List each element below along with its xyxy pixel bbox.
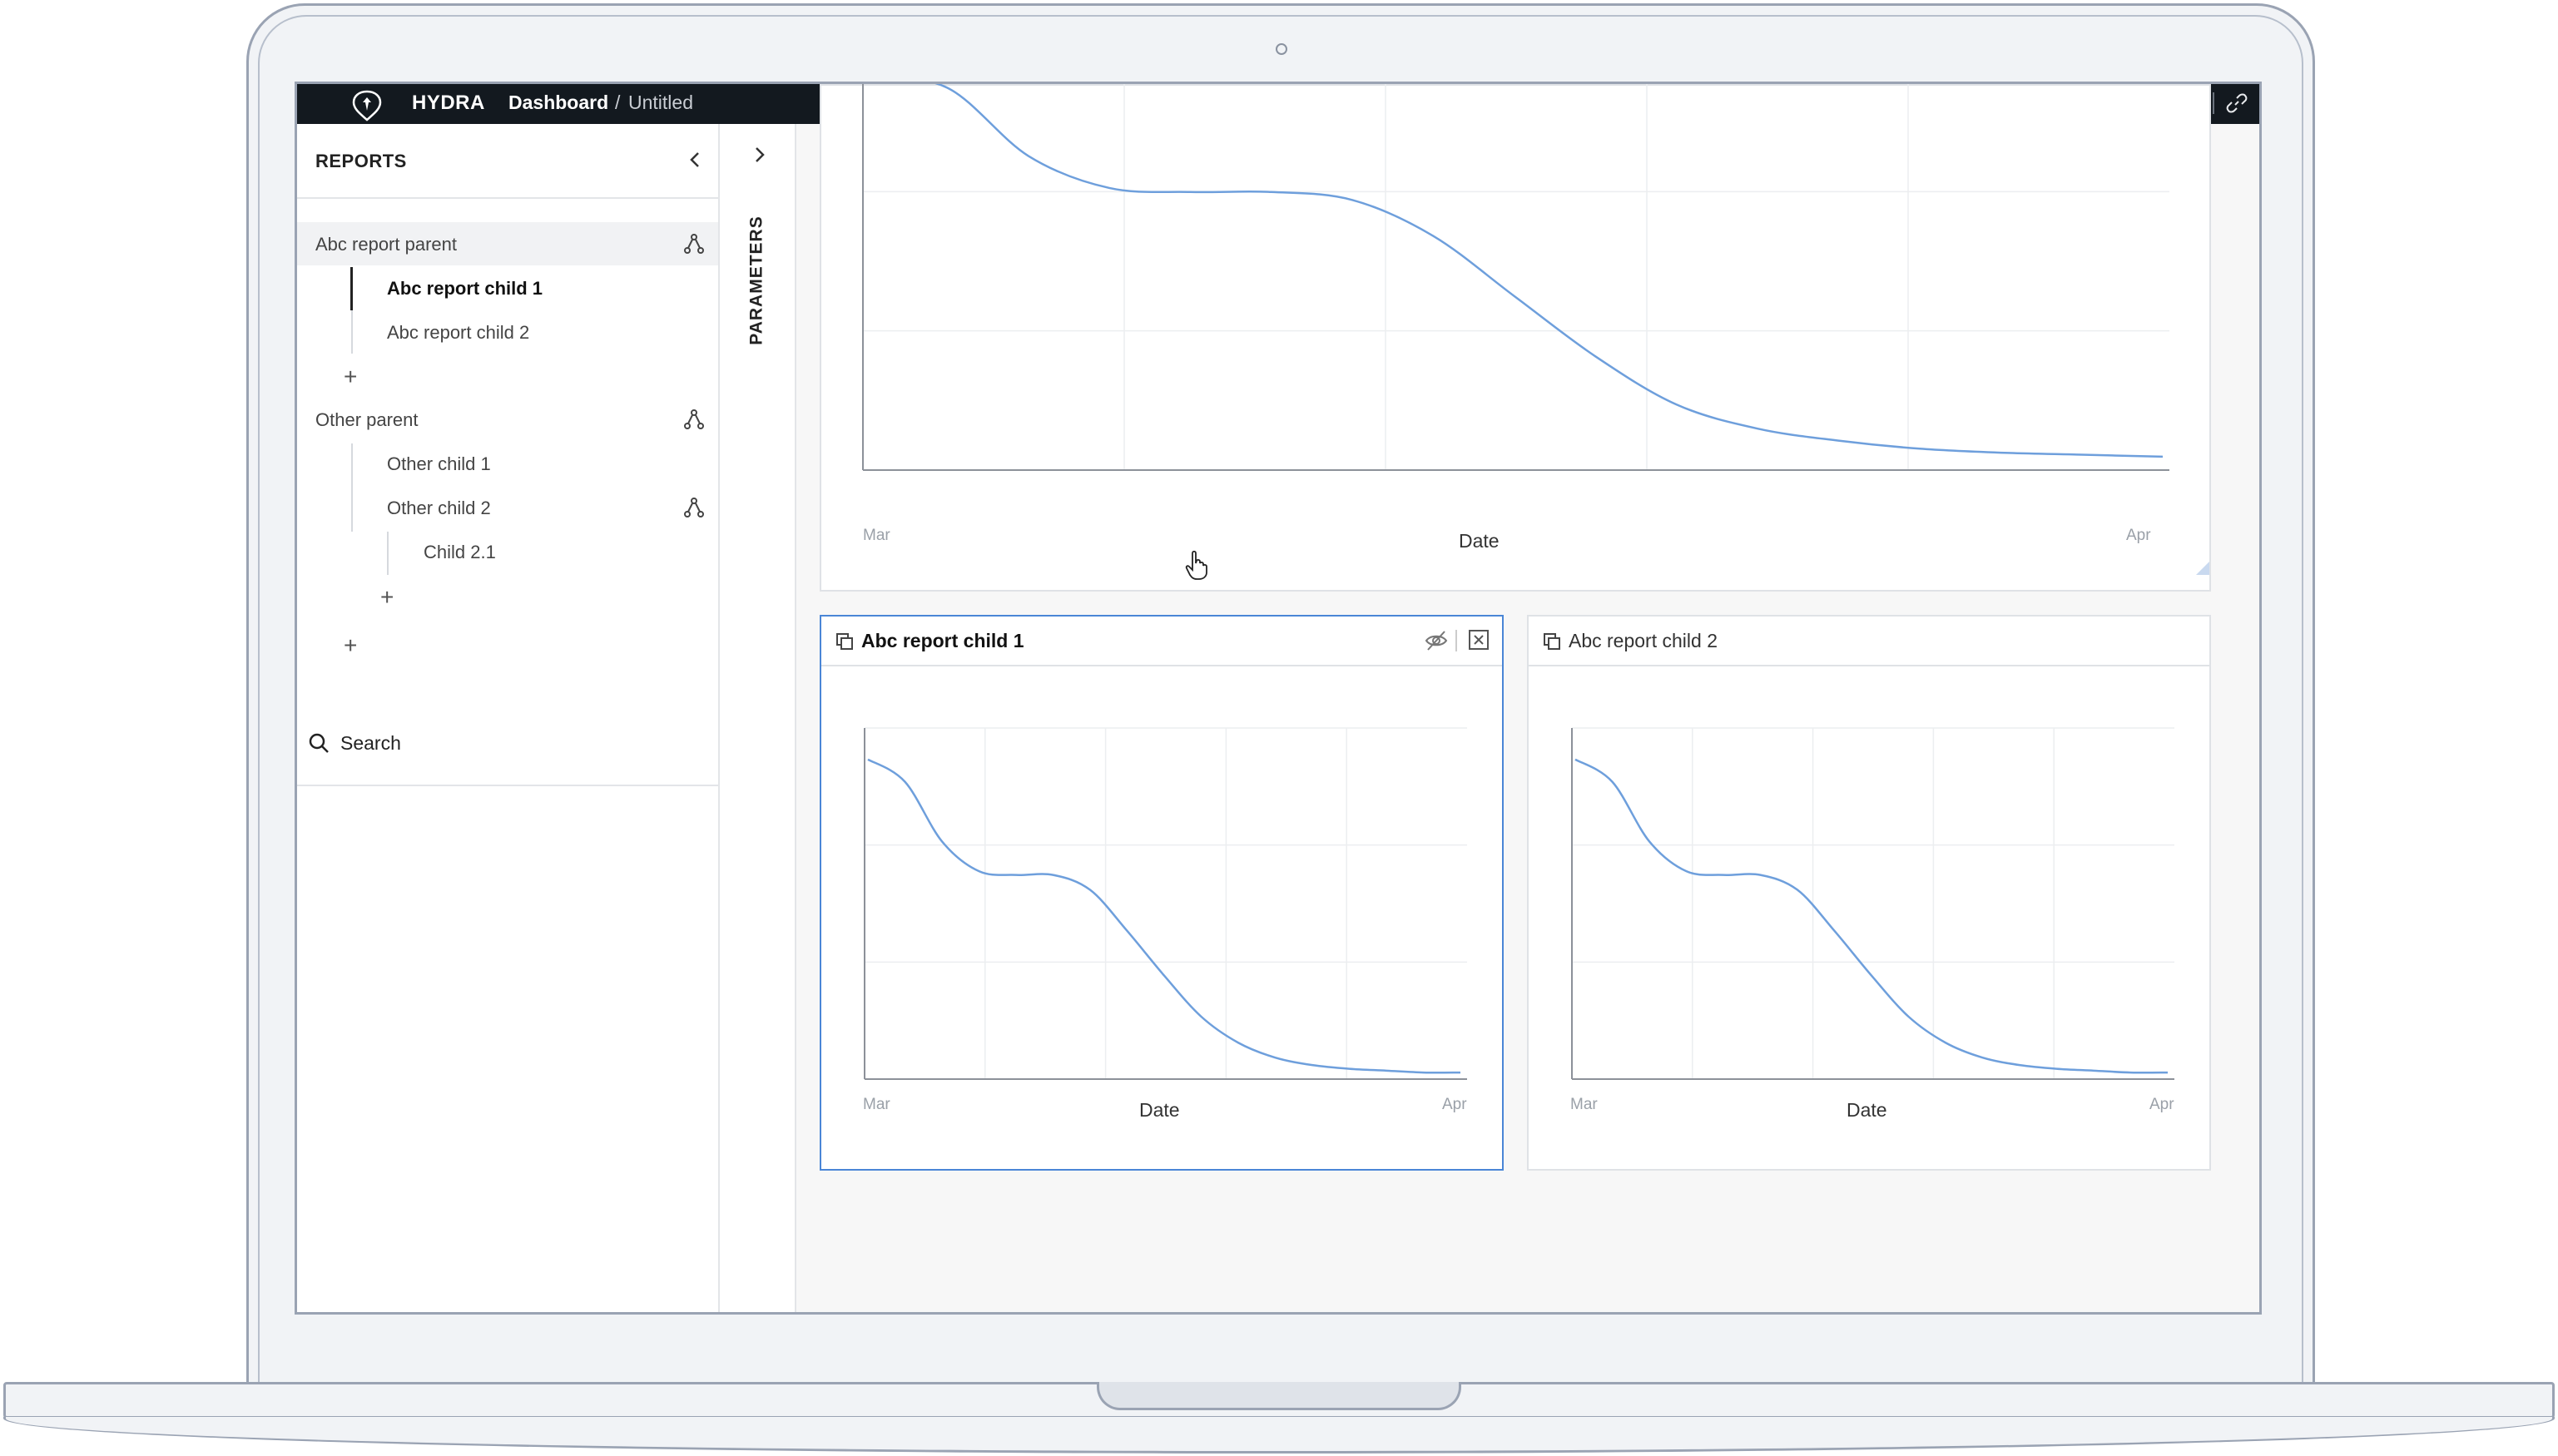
camera-icon [1276,43,1287,55]
sidebar-title: REPORTS [315,151,407,171]
add-grandchild-button[interactable]: + [380,586,394,609]
search-button[interactable]: Search [340,732,401,755]
sidebar-divider [297,197,718,199]
app-screen: HYDRA Dashboard / Untitled REPORTS Abc r… [295,82,2262,1315]
x-axis-title: Date [1847,1099,1887,1121]
report-panel-child-1[interactable]: Abc report child 1 Mar Apr Date [820,615,1504,1171]
search-icon[interactable] [307,731,330,755]
chart-parent [862,84,2209,575]
tree-item-other-child-2[interactable]: Other child 2 [387,498,491,519]
laptop-notch [1097,1382,1461,1410]
hierarchy-icon[interactable] [682,407,706,432]
tree-item-child-2-1[interactable]: Child 2.1 [424,542,496,563]
x-axis-title: Date [1139,1099,1180,1121]
link-icon[interactable] [2226,92,2248,114]
chevron-right-icon[interactable] [748,144,770,166]
chevron-left-icon[interactable] [685,149,706,171]
tree-item-other-parent[interactable]: Other parent [315,409,419,431]
series-line [1574,758,2169,1074]
tree-item-abc-report-child-2[interactable]: Abc report child 2 [387,322,529,344]
laptop-base-bottom [3,1417,2555,1454]
x-tick-end: Apr [2149,1096,2174,1113]
chart-child-1 [864,727,1467,1080]
app-brand: HYDRA [412,92,485,114]
parameters-tab[interactable]: PARAMETERS [736,214,778,347]
report-panel-child-2[interactable]: Abc report child 2 Mar Apr Date [1527,615,2211,1171]
hierarchy-icon[interactable] [682,495,706,520]
hand-cursor-icon [1185,550,1207,580]
tree-item-abc-report-parent[interactable]: Abc report parent [315,234,457,255]
x-axis-title: Date [1459,530,1500,552]
tree-guide-line [387,532,389,575]
tree-guide-line [351,310,353,354]
reports-sidebar: REPORTS Abc report parent Abc report chi… [297,124,720,1312]
parameters-label: PARAMETERS [747,215,766,344]
report-panel-parent[interactable]: Mar Apr Date [820,84,2211,592]
parameters-panel: PARAMETERS [720,124,796,1312]
hierarchy-icon[interactable] [682,231,706,256]
series-line [934,84,2164,458]
chart-child-2 [1571,727,2174,1080]
x-tick-start: Mar [863,527,890,544]
breadcrumb-separator: / [615,92,621,113]
resize-handle-icon[interactable] [2196,562,2209,575]
add-child-button[interactable]: + [344,365,357,389]
toolbar-divider [2213,92,2214,114]
sidebar-divider [297,785,718,786]
breadcrumb-dashboard[interactable]: Dashboard [508,92,608,114]
hydra-logo-icon [352,90,382,121]
tree-guide-line [351,443,353,532]
x-tick-start: Mar [1570,1096,1598,1113]
x-tick-end: Apr [2126,527,2151,544]
x-tick-end: Apr [1442,1096,1467,1113]
x-tick-start: Mar [863,1096,890,1113]
tree-active-marker [350,267,353,310]
add-parent-button[interactable]: + [344,634,357,657]
breadcrumb-untitled[interactable]: Untitled [628,92,693,114]
tree-item-other-child-1[interactable]: Other child 1 [387,453,491,475]
tree-item-abc-report-child-1[interactable]: Abc report child 1 [387,278,543,300]
series-line [867,758,1461,1074]
